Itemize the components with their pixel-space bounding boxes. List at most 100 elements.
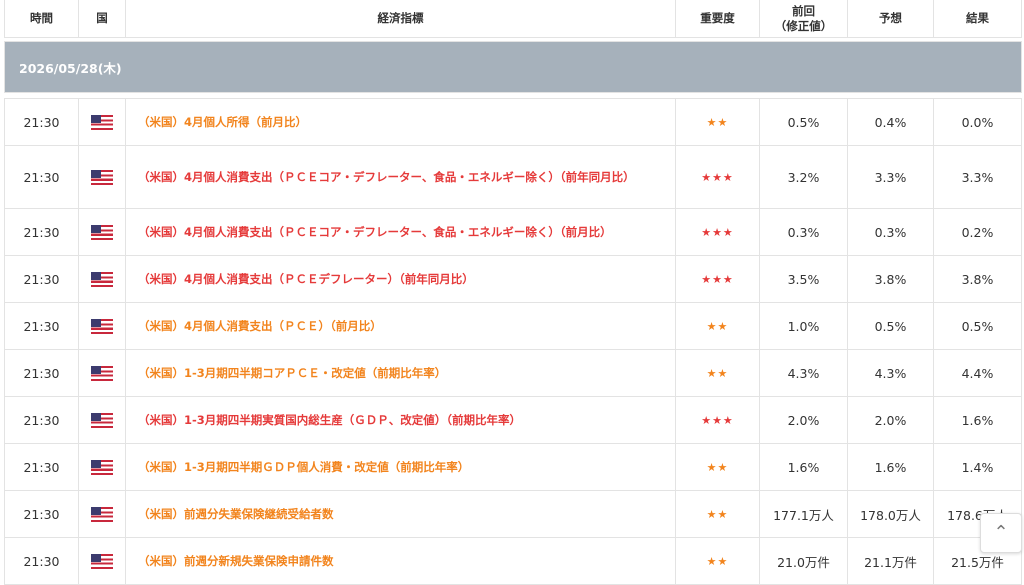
forecast-cell: 21.1万件 bbox=[847, 537, 934, 585]
forecast-cell: 3.3% bbox=[847, 145, 934, 209]
country-cell bbox=[78, 490, 126, 538]
us-flag-icon bbox=[91, 366, 113, 381]
importance-stars: ★★ bbox=[675, 349, 760, 397]
previous-cell: 177.1万人 bbox=[759, 490, 848, 538]
table-row: 21:30 （米国）4月個人消費支出（ＰＣＥコア・デフレーター、食品・エネルギー除… bbox=[4, 208, 1022, 256]
us-flag-icon bbox=[91, 507, 113, 522]
header-time: 時間 bbox=[4, 0, 79, 38]
time-cell: 21:30 bbox=[4, 396, 79, 444]
us-flag-icon bbox=[91, 460, 113, 475]
forecast-cell: 0.3% bbox=[847, 208, 934, 256]
time-cell: 21:30 bbox=[4, 537, 79, 585]
importance-stars: ★★★ bbox=[675, 208, 760, 256]
result-cell: 3.3% bbox=[933, 145, 1022, 209]
header-result: 結果 bbox=[933, 0, 1022, 38]
header-previous-line2: （修正値） bbox=[774, 18, 833, 33]
table-row: 21:30 （米国）1-3月期四半期ＧＤＰ個人消費・改定値（前期比年率） ★★ 1.6… bbox=[4, 443, 1022, 491]
importance-stars: ★★★ bbox=[675, 145, 760, 209]
table-header: 時間 国 経済指標 重要度 前回 （修正値） 予想 結果 bbox=[4, 0, 1022, 38]
time-cell: 21:30 bbox=[4, 98, 79, 146]
header-country: 国 bbox=[78, 0, 126, 38]
result-cell: 4.4% bbox=[933, 349, 1022, 397]
country-cell bbox=[78, 208, 126, 256]
time-cell: 21:30 bbox=[4, 302, 79, 350]
us-flag-icon bbox=[91, 225, 113, 240]
time-cell: 21:30 bbox=[4, 349, 79, 397]
table-row: 21:30 （米国）前週分失業保険継続受給者数 ★★ 177.1万人 178.0万人 17… bbox=[4, 490, 1022, 538]
result-cell: 0.2% bbox=[933, 208, 1022, 256]
result-cell: 3.8% bbox=[933, 255, 1022, 303]
result-cell: 1.6% bbox=[933, 396, 1022, 444]
header-indicator: 経済指標 bbox=[125, 0, 676, 38]
previous-cell: 4.3% bbox=[759, 349, 848, 397]
result-cell: 1.4% bbox=[933, 443, 1022, 491]
indicator-name: （米国）4月個人消費支出（ＰＣＥ）（前月比） bbox=[125, 302, 676, 350]
header-previous: 前回 （修正値） bbox=[759, 0, 848, 38]
country-cell bbox=[78, 537, 126, 585]
country-cell bbox=[78, 145, 126, 209]
us-flag-icon bbox=[91, 272, 113, 287]
previous-cell: 0.3% bbox=[759, 208, 848, 256]
importance-stars: ★★★ bbox=[675, 396, 760, 444]
country-cell bbox=[78, 255, 126, 303]
table-row: 21:30 （米国）4月個人消費支出（ＰＣＥ）（前月比） ★★ 1.0% 0.5% 0.5… bbox=[4, 302, 1022, 350]
us-flag-icon bbox=[91, 170, 113, 185]
previous-cell: 1.0% bbox=[759, 302, 848, 350]
time-cell: 21:30 bbox=[4, 255, 79, 303]
us-flag-icon bbox=[91, 413, 113, 428]
importance-stars: ★★ bbox=[675, 302, 760, 350]
importance-stars: ★★ bbox=[675, 490, 760, 538]
indicator-name: （米国）1-3月期四半期コアＰＣＥ・改定値（前期比年率） bbox=[125, 349, 676, 397]
chevron-up-icon: ⌃ bbox=[993, 522, 1009, 543]
indicator-name: （米国）4月個人所得（前月比） bbox=[125, 98, 676, 146]
header-previous-line1: 前回 bbox=[792, 3, 815, 18]
forecast-cell: 4.3% bbox=[847, 349, 934, 397]
table-row: 21:30 （米国）前週分新規失業保険申請件数 ★★ 21.0万件 21.1万件 21.5… bbox=[4, 537, 1022, 585]
header-importance: 重要度 bbox=[675, 0, 760, 38]
time-cell: 21:30 bbox=[4, 490, 79, 538]
country-cell bbox=[78, 349, 126, 397]
table-row: 21:30 （米国）1-3月期四半期実質国内総生産（ＧＤＰ、改定値）（前期比年率）… bbox=[4, 396, 1022, 444]
indicator-name: （米国）前週分失業保険継続受給者数 bbox=[125, 490, 676, 538]
previous-cell: 3.2% bbox=[759, 145, 848, 209]
country-cell bbox=[78, 396, 126, 444]
importance-stars: ★★ bbox=[675, 537, 760, 585]
importance-stars: ★★ bbox=[675, 98, 760, 146]
forecast-cell: 2.0% bbox=[847, 396, 934, 444]
time-cell: 21:30 bbox=[4, 208, 79, 256]
table-body: 2026/05/28(木) 21:30 （米国）4月個人所得（前月比） ★★ 0.5%… bbox=[4, 37, 1022, 585]
country-cell bbox=[78, 98, 126, 146]
previous-cell: 3.5% bbox=[759, 255, 848, 303]
importance-stars: ★★★ bbox=[675, 255, 760, 303]
indicator-name: （米国）4月個人消費支出（ＰＣＥデフレーター）（前年同月比） bbox=[125, 255, 676, 303]
indicator-name: （米国）1-3月期四半期実質国内総生産（ＧＤＰ、改定値）（前期比年率） bbox=[125, 396, 676, 444]
economic-calendar-table: 時間 国 経済指標 重要度 前回 （修正値） 予想 結果 2026/05/28(… bbox=[4, 0, 1022, 585]
us-flag-icon bbox=[91, 319, 113, 334]
header-forecast: 予想 bbox=[847, 0, 934, 38]
us-flag-icon bbox=[91, 115, 113, 130]
forecast-cell: 0.4% bbox=[847, 98, 934, 146]
previous-cell: 2.0% bbox=[759, 396, 848, 444]
forecast-cell: 178.0万人 bbox=[847, 490, 934, 538]
date-label: 2026/05/28(木) bbox=[4, 41, 1022, 93]
previous-cell: 1.6% bbox=[759, 443, 848, 491]
forecast-cell: 3.8% bbox=[847, 255, 934, 303]
us-flag-icon bbox=[91, 554, 113, 569]
previous-cell: 0.5% bbox=[759, 98, 848, 146]
forecast-cell: 0.5% bbox=[847, 302, 934, 350]
indicator-name: （米国）4月個人消費支出（ＰＣＥコア・デフレーター、食品・エネルギー除く）（前月… bbox=[125, 208, 676, 256]
indicator-name: （米国）4月個人消費支出（ＰＣＥコア・デフレーター、食品・エネルギー除く）（前年… bbox=[125, 145, 676, 209]
time-cell: 21:30 bbox=[4, 443, 79, 491]
scroll-to-top-button[interactable]: ⌃ bbox=[980, 513, 1022, 553]
table-row: 21:30 （米国）1-3月期四半期コアＰＣＥ・改定値（前期比年率） ★★ 4.3% 4… bbox=[4, 349, 1022, 397]
table-row: 21:30 （米国）4月個人消費支出（ＰＣＥデフレーター）（前年同月比） ★★★ 3.… bbox=[4, 255, 1022, 303]
importance-stars: ★★ bbox=[675, 443, 760, 491]
indicator-name: （米国）1-3月期四半期ＧＤＰ個人消費・改定値（前期比年率） bbox=[125, 443, 676, 491]
table-row: 21:30 （米国）4月個人消費支出（ＰＣＥコア・デフレーター、食品・エネルギー除… bbox=[4, 145, 1022, 209]
forecast-cell: 1.6% bbox=[847, 443, 934, 491]
country-cell bbox=[78, 443, 126, 491]
table-row: 21:30 （米国）4月個人所得（前月比） ★★ 0.5% 0.4% 0.0% bbox=[4, 98, 1022, 146]
date-row: 2026/05/28(木) bbox=[4, 41, 1022, 93]
result-cell: 0.5% bbox=[933, 302, 1022, 350]
country-cell bbox=[78, 302, 126, 350]
